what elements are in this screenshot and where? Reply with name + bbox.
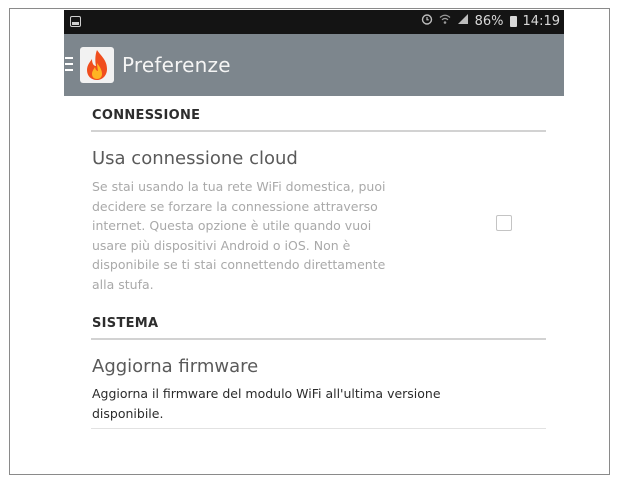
notification-image-icon xyxy=(70,16,81,27)
clock-time: 14:19 xyxy=(522,13,560,29)
wifi-icon xyxy=(439,13,451,29)
list-divider xyxy=(91,428,546,429)
signal-icon xyxy=(457,13,469,29)
flame-logo-icon[interactable] xyxy=(80,47,114,83)
preference-summary: Aggiorna il firmware del modulo WiFi all… xyxy=(92,386,441,421)
section-divider xyxy=(91,338,546,340)
section-divider xyxy=(91,130,546,132)
hamburger-menu-icon[interactable] xyxy=(65,57,73,71)
section-header-sistema: SISTEMA xyxy=(92,316,159,331)
app-bar: Preferenze xyxy=(64,34,564,96)
cloud-connection-checkbox[interactable] xyxy=(496,215,512,231)
alarm-clock-icon xyxy=(421,13,433,29)
battery-percent: 86% xyxy=(474,13,504,29)
status-bar: 86% 14:19 xyxy=(64,10,564,34)
page-title: Preferenze xyxy=(122,53,231,77)
status-icons: 86% 14:19 xyxy=(421,13,560,29)
preference-summary: Se stai usando la tua rete WiFi domestic… xyxy=(92,179,386,292)
preference-title: Aggiorna firmware xyxy=(92,356,259,377)
phone-screen: 86% 14:19 Preferenze CONNESSIONE Usa con… xyxy=(64,10,564,474)
battery-icon xyxy=(509,15,517,27)
section-header-connessione: CONNESSIONE xyxy=(92,108,201,123)
preference-title: Usa connessione cloud xyxy=(92,148,298,169)
